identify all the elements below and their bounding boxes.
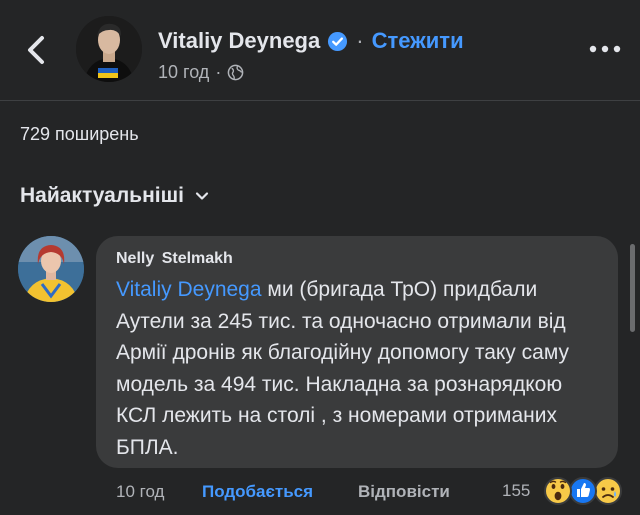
comment-bubble: Nelly Stelmakh Vitaliy Deynega ми (брига…: [96, 236, 618, 468]
scrollbar[interactable]: [630, 244, 635, 332]
like-reaction-icon: [569, 477, 597, 505]
post-time[interactable]: 10 год: [158, 62, 209, 83]
author-avatar[interactable]: [76, 16, 142, 82]
reactions-count[interactable]: 155: [502, 481, 530, 501]
header-divider: [0, 100, 640, 101]
post-meta: 10 год ·: [158, 62, 244, 83]
reactions-icons[interactable]: [540, 474, 626, 508]
separator-dot: ·: [356, 28, 364, 53]
sort-dropdown[interactable]: Найактуальніші: [20, 184, 210, 208]
globe-icon: [227, 64, 244, 81]
comment-author[interactable]: Nelly Stelmakh: [116, 250, 600, 268]
wow-reaction-icon: [544, 477, 572, 505]
comment-mention[interactable]: Vitaliy Deynega: [116, 278, 262, 301]
follow-button[interactable]: Стежити: [372, 28, 464, 54]
more-horizontal-icon[interactable]: [588, 42, 622, 56]
verified-badge-icon: [328, 31, 348, 51]
sort-label: Найактуальніші: [20, 184, 184, 207]
chevron-left-icon[interactable]: [22, 30, 52, 70]
comment-time[interactable]: 10 год: [116, 482, 202, 502]
commenter-avatar[interactable]: [18, 236, 84, 302]
reply-button[interactable]: Відповісти: [358, 482, 450, 502]
shares-count[interactable]: 729 поширень: [20, 124, 139, 145]
author-name[interactable]: Vitaliy Deynega: [158, 28, 320, 54]
comment-body: ми (бригада ТрО) придбали Аутели за 245 …: [116, 278, 569, 459]
comment-text: Vitaliy Deynega ми (бригада ТрО) придбал…: [116, 274, 606, 463]
chevron-down-icon: [195, 192, 209, 200]
comment-actions: 10 год Подобається Відповісти: [116, 481, 450, 503]
post-header: Vitaliy Deynega · Стежити 10 год ·: [0, 0, 640, 95]
author-row: Vitaliy Deynega · Стежити: [158, 26, 464, 56]
meta-separator: ·: [215, 62, 222, 82]
sad-reaction-icon: [594, 477, 622, 505]
like-button[interactable]: Подобається: [202, 482, 358, 502]
